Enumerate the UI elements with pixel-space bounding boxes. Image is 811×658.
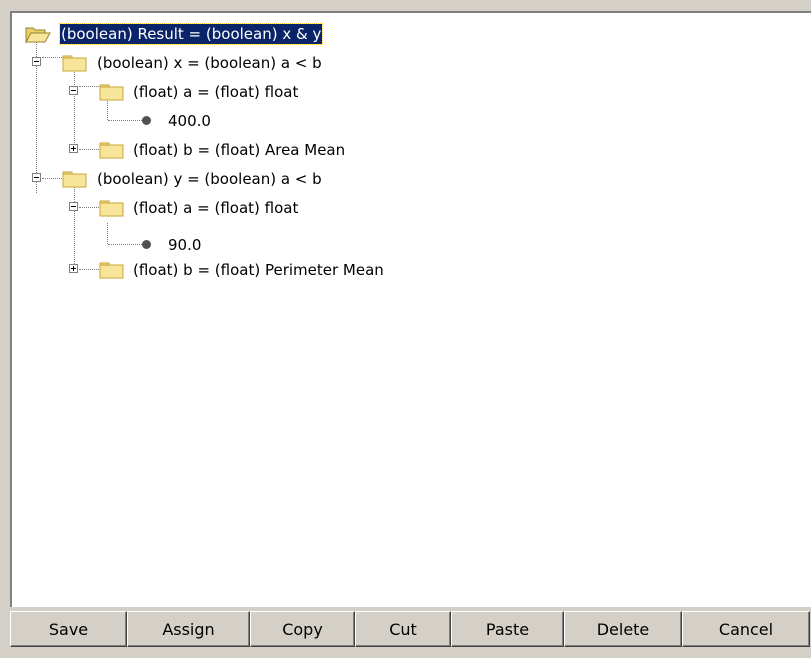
expression-tree[interactable]: (boolean) Result = (boolean) x & y (bool… [10,11,811,607]
tree-node-y[interactable]: (boolean) y = (boolean) a < b [12,166,792,194]
folder-icon [99,198,125,218]
open-folder-icon [25,24,51,44]
tree-node-root[interactable]: (boolean) Result = (boolean) x & y [12,21,792,49]
bullet-icon [142,240,151,249]
save-button[interactable]: Save [10,611,127,647]
tree-node-y-a[interactable]: (float) a = (float) float [12,195,792,223]
collapse-toggle-icon[interactable] [32,173,41,182]
node-label-value[interactable]: 400.0 [168,111,211,131]
tree-node-value[interactable]: 90.0 [12,232,792,260]
assign-button[interactable]: Assign [127,611,250,647]
cancel-button[interactable]: Cancel [682,611,810,647]
tree-node-x-a[interactable]: (float) a = (float) float [12,79,792,107]
button-bar: Save Assign Copy Cut Paste Delete Cancel [10,611,810,647]
tree-node-value[interactable]: 400.0 [12,108,792,136]
bullet-icon [142,116,151,125]
node-label-x-a[interactable]: (float) a = (float) float [133,82,298,102]
folder-icon [62,169,88,189]
node-label-y-a[interactable]: (float) a = (float) float [133,198,298,218]
folder-icon [99,140,125,160]
tree-node-y-b[interactable]: (float) b = (float) Perimeter Mean [12,257,792,285]
tree-node-x[interactable]: (boolean) x = (boolean) a < b [12,50,792,78]
tree-node-x-b[interactable]: (float) b = (float) Area Mean [12,137,792,165]
delete-button[interactable]: Delete [564,611,682,647]
node-label-y-b[interactable]: (float) b = (float) Perimeter Mean [133,260,384,280]
cut-button[interactable]: Cut [355,611,451,647]
paste-button[interactable]: Paste [451,611,564,647]
node-label-root[interactable]: (boolean) Result = (boolean) x & y [58,23,324,45]
node-label-x[interactable]: (boolean) x = (boolean) a < b [97,53,322,73]
node-label-y[interactable]: (boolean) y = (boolean) a < b [97,169,322,189]
expand-toggle-icon[interactable] [69,144,78,153]
node-label-x-b[interactable]: (float) b = (float) Area Mean [133,140,345,160]
folder-icon [99,82,125,102]
expand-toggle-icon[interactable] [69,264,78,273]
node-label-value[interactable]: 90.0 [168,235,201,255]
collapse-toggle-icon[interactable] [69,202,78,211]
copy-button[interactable]: Copy [250,611,355,647]
collapse-toggle-icon[interactable] [32,57,41,66]
folder-icon [99,260,125,280]
collapse-toggle-icon[interactable] [69,86,78,95]
folder-icon [62,53,88,73]
